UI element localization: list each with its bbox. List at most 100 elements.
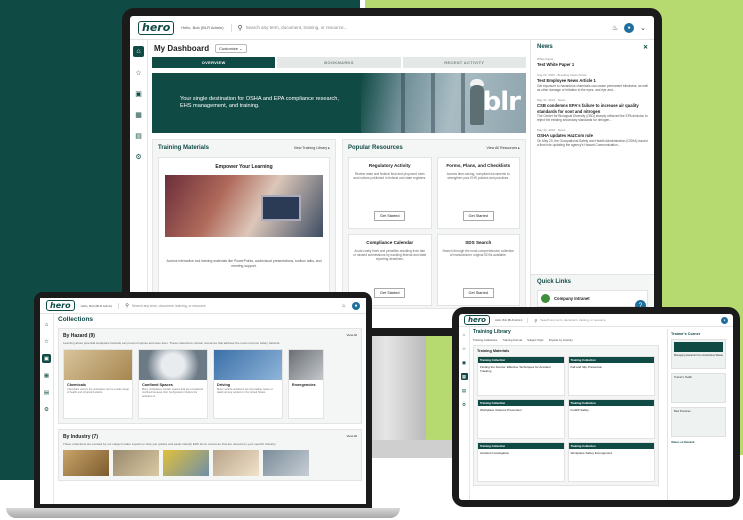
chevron-down-icon[interactable]: ⌄ — [640, 24, 646, 32]
search-input[interactable]: ⚲ Search any term, document, training, o… — [527, 317, 716, 323]
get-started-button[interactable]: Get Started — [374, 288, 406, 298]
search-placeholder: Search any term, document, training, or … — [245, 25, 348, 30]
filter-item[interactable]: Popular by Industry — [549, 338, 573, 342]
by-hazard-panel: By Hazard (9) View All Learning about po… — [58, 328, 362, 424]
avatar[interactable]: ● — [624, 22, 635, 33]
news-item[interactable]: May 21, 2024 · News CSB condemns EPA's f… — [537, 98, 648, 122]
collections-icon[interactable]: ▣ — [42, 354, 51, 363]
tab-recent-activity[interactable]: RECENT ACTIVITY — [402, 57, 526, 68]
resource-desc: Search through the most comprehensive co… — [442, 249, 515, 258]
page-title: Training Library — [473, 329, 511, 335]
monitor-screen: hero Hello, Bob (BLR Admin) ⚲ Search any… — [130, 16, 654, 328]
star-icon[interactable]: ☆ — [461, 345, 468, 352]
monitor-main: My Dashboard Customize ⌄ OVERVIEW BOOKMA… — [152, 40, 526, 328]
trainer-resource-card[interactable]: Managing Hazards from Hazardous Waste — [671, 339, 726, 369]
resources-grid: Regulatory Activity Review state and fed… — [348, 157, 520, 306]
videos-label: Videos on Demand — [671, 441, 695, 444]
industry-image[interactable] — [63, 450, 109, 476]
get-started-button[interactable]: Get Started — [374, 211, 406, 221]
home-icon[interactable]: ⌂ — [461, 331, 468, 338]
desktop-monitor: hero Hello, Bob (BLR Admin) ⚲ Search any… — [122, 8, 662, 336]
training-head: Training Materials View Training Library… — [158, 145, 330, 151]
topbar-icons: ♨ ● ⌄ — [612, 22, 646, 33]
tab-overview[interactable]: OVERVIEW — [152, 57, 276, 68]
training-card[interactable]: Empower Your Learning Access interactive… — [158, 157, 330, 297]
training-card-desc: Access interactive tool training materia… — [166, 259, 322, 268]
view-all-link[interactable]: View All — [347, 434, 357, 440]
bell-icon[interactable]: ♨ — [612, 24, 618, 32]
gear-icon[interactable]: ⚙ — [133, 151, 144, 162]
book-icon[interactable]: ▣ — [461, 359, 468, 366]
collection-card-emergencies[interactable]: Emergencies — [288, 349, 324, 419]
training-image — [165, 175, 323, 237]
search-input[interactable]: ⚲ Search any term, document, training, o… — [230, 23, 605, 32]
panel-desc: These collections are curated by our sub… — [63, 442, 277, 446]
hero-logo[interactable]: hero — [138, 20, 175, 35]
training-card[interactable]: Training Collection Fall and Slip Preven… — [567, 356, 655, 396]
filter-item[interactable]: Subject Topic — [527, 338, 544, 342]
grid-icon[interactable]: ▦ — [133, 109, 144, 120]
home-icon[interactable]: ⌂ — [42, 320, 51, 329]
document-icon[interactable]: ▤ — [461, 387, 468, 394]
news-item[interactable]: White Paper Test White Paper 1 — [537, 57, 648, 67]
industry-image[interactable] — [113, 450, 159, 476]
industry-image[interactable] — [163, 450, 209, 476]
customize-button[interactable]: Customize ⌄ — [215, 43, 247, 53]
collection-card-confined-spaces[interactable]: Confined Spaces Many workplaces contain … — [138, 349, 208, 419]
tab-bookmarks[interactable]: BOOKMARKS — [277, 57, 401, 68]
news-date: Aug 22, 2024 · Breaking News Article — [537, 73, 587, 78]
news-item[interactable]: Aug 22, 2024 · Breaking News Article Tes… — [537, 73, 648, 92]
quick-link-item[interactable]: Company Intranet — [537, 290, 648, 307]
document-icon[interactable]: ▤ — [133, 130, 144, 141]
view-all-link[interactable]: View All — [347, 333, 357, 339]
collection-card-driving[interactable]: Driving Motor vehicle accidents are the … — [213, 349, 283, 419]
star-icon[interactable]: ☆ — [42, 337, 51, 346]
book-icon[interactable]: ▣ — [133, 88, 144, 99]
close-icon[interactable]: ✕ — [643, 44, 648, 51]
trainer-resource-card[interactable]: Best Practices — [671, 407, 726, 437]
card-title: Workplace Violence Prevention — [480, 408, 522, 412]
greeting: Hello, Bob (BLR Admin) — [181, 25, 224, 30]
get-started-button[interactable]: Get Started — [462, 288, 494, 298]
training-card[interactable]: Training Collection Workplace Violence P… — [477, 399, 565, 439]
news-item[interactable]: May 21, 2024 · News OSHA updates HazCom … — [537, 128, 648, 147]
search-input[interactable]: ⚲ Search any term, document, training, o… — [118, 302, 335, 309]
panel-header: By Hazard (9) View All — [63, 333, 357, 339]
filter-item[interactable]: Training Format — [502, 338, 522, 342]
industry-image[interactable] — [263, 450, 309, 476]
view-training-library-link[interactable]: View Training Library ▸ — [294, 146, 330, 150]
hero-logo[interactable]: hero — [46, 300, 75, 311]
grid-icon[interactable]: ▦ — [42, 371, 51, 380]
training-card[interactable]: Training Collection Forklift Safety — [567, 399, 655, 439]
collection-title: Emergencies — [292, 383, 316, 387]
training-card[interactable]: Training Collection Workplace Safety Eme… — [567, 442, 655, 482]
news-summary: On May 20, the Occupational Safety and H… — [537, 138, 648, 148]
filter-item[interactable]: Training Collections — [473, 338, 497, 342]
star-icon[interactable]: ☆ — [133, 67, 144, 78]
collection-card-chemicals[interactable]: Chemicals Chemicals used in the workplac… — [63, 349, 133, 419]
view-all-resources-link[interactable]: View All Resources ▸ — [486, 146, 520, 150]
industry-row — [63, 450, 357, 476]
resource-card-forms: Forms, Plans, and Checklists Access time… — [436, 157, 520, 229]
tablet-screen: hero Hello, Bob (BLR Admin) ⚲ Search any… — [459, 314, 733, 500]
get-started-button[interactable]: Get Started — [462, 211, 494, 221]
trainer-resource-card[interactable]: Trainer's Toolkit — [671, 373, 726, 403]
industry-image[interactable] — [213, 450, 259, 476]
bell-icon[interactable]: ♨ — [342, 303, 346, 309]
training-card[interactable]: Training Collection Finding the Source: … — [477, 356, 565, 396]
resource-desc: Avoid costly fines and penalties resulti… — [353, 249, 427, 262]
training-materials-panel: Training Materials Training Collection F… — [473, 345, 659, 486]
gear-icon[interactable]: ⚙ — [42, 405, 51, 414]
collection-image — [214, 350, 282, 380]
training-card[interactable]: Training Collection Accident Investigati… — [477, 442, 565, 482]
training-materials-panel: Training Materials View Training Library… — [152, 139, 336, 309]
training-icon[interactable]: ▦ — [460, 373, 468, 380]
avatar[interactable]: ● — [721, 316, 728, 324]
home-icon[interactable]: ⌂ — [133, 46, 144, 57]
panel-desc: Learning about potential workplace hazar… — [63, 341, 281, 345]
document-icon[interactable]: ▤ — [42, 388, 51, 397]
gear-icon[interactable]: ⚙ — [461, 401, 468, 408]
hero-logo[interactable]: hero — [464, 315, 490, 325]
training-card-title: Empower Your Learning — [215, 164, 273, 170]
avatar[interactable]: ● — [352, 301, 360, 310]
